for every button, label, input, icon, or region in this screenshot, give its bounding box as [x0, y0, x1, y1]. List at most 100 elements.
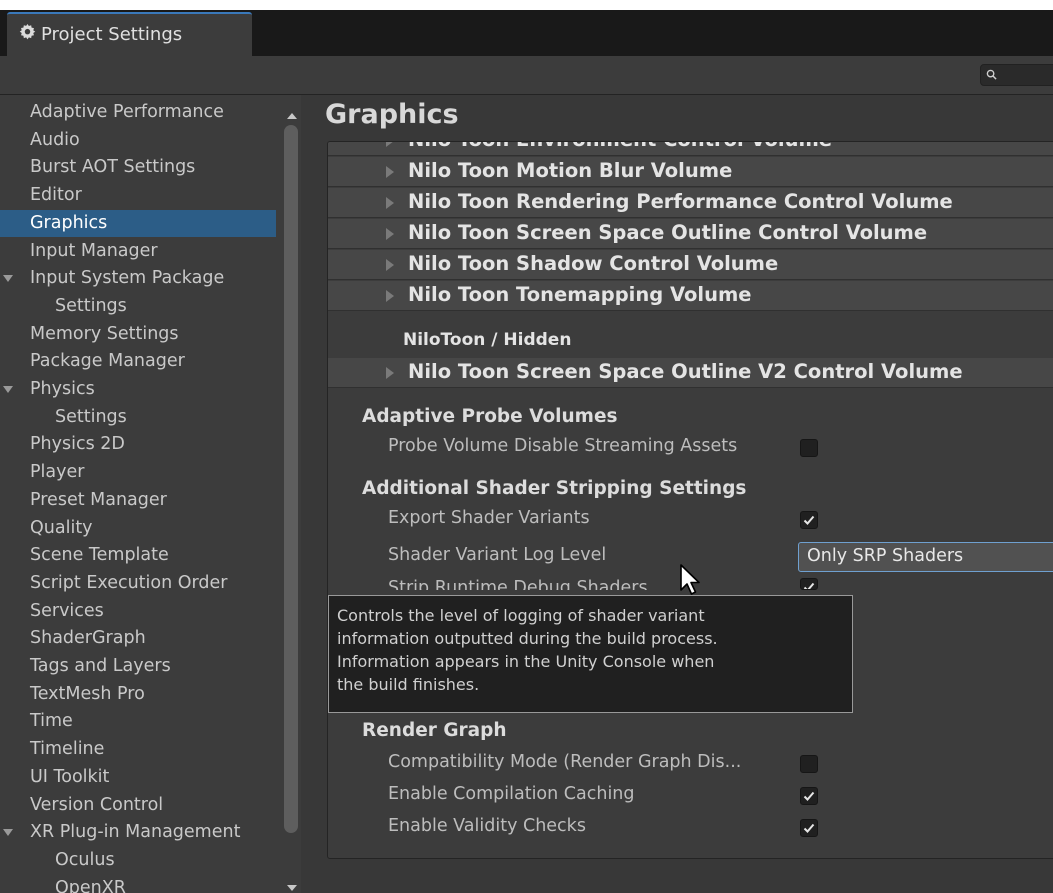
tab-project-settings[interactable]: Project Settings [7, 12, 252, 56]
sidebar-item[interactable]: Oculus [0, 847, 276, 874]
volume-label: Nilo Toon Rendering Performance Control … [408, 190, 953, 213]
log-level-dropdown[interactable]: Only SRP Shaders [798, 542, 1053, 572]
tooltip-line: Controls the level of logging of shader … [337, 606, 705, 625]
foldout-arrow-icon [386, 367, 394, 379]
volume-row[interactable]: Nilo Toon Rendering Performance Control … [328, 188, 1053, 218]
sidebar-item[interactable]: Player [0, 459, 276, 486]
volume-row[interactable]: Nilo Toon Screen Space Outline V2 Contro… [328, 358, 1053, 388]
foldout-expanded-icon[interactable] [3, 275, 13, 283]
sidebar-item-label: Physics [30, 379, 95, 399]
sidebar-item[interactable]: Time [0, 708, 276, 735]
sidebar-item[interactable]: Timeline [0, 736, 276, 763]
compat-mode-label: Compatibility Mode (Render Graph Dis... [388, 752, 742, 772]
foldout-arrow-icon [386, 197, 394, 209]
scroll-down-arrow-icon[interactable] [287, 885, 297, 891]
volume-label: Nilo Toon Shadow Control Volume [408, 252, 779, 275]
tab-label: Project Settings [41, 24, 183, 45]
strip-debug-label: Strip Runtime Debug Shaders [388, 578, 648, 590]
compilation-caching-checkbox[interactable] [800, 787, 818, 805]
volume-label: Nilo Toon Screen Space Outline V2 Contro… [408, 360, 963, 383]
probe-streaming-checkbox[interactable] [800, 439, 818, 457]
compilation-caching-label: Enable Compilation Caching [388, 784, 635, 804]
sidebar-item[interactable]: Package Manager [0, 348, 276, 375]
validity-checks-label: Enable Validity Checks [388, 816, 586, 836]
sidebar-item[interactable]: Burst AOT Settings [0, 154, 276, 181]
tooltip: Controls the level of logging of shader … [328, 595, 853, 713]
tab-bar: Project Settings [0, 10, 1053, 56]
page-title: Graphics [325, 99, 459, 130]
sidebar-item[interactable]: OpenXR [0, 875, 276, 893]
sidebar-item-label: Settings [55, 406, 127, 427]
section-title-apv: Adaptive Probe Volumes [362, 406, 618, 427]
sidebar-item[interactable]: Quality [0, 515, 276, 542]
tooltip-line: the build finishes. [337, 675, 480, 694]
sidebar-item[interactable]: Version Control [0, 792, 276, 819]
log-level-label: Shader Variant Log Level [388, 545, 607, 565]
volume-label: Nilo Toon Tonemapping Volume [408, 283, 752, 306]
sidebar-item[interactable]: Audio [0, 127, 276, 154]
foldout-expanded-icon[interactable] [3, 386, 13, 393]
sidebar-item-label: XR Plug-in Management [30, 822, 241, 843]
sidebar-item-label: Editor [30, 185, 82, 206]
sidebar-item[interactable]: Script Execution Order [0, 570, 276, 597]
sidebar-item-label: ShaderGraph [30, 628, 146, 649]
probe-streaming-label: Probe Volume Disable Streaming Assets [388, 436, 738, 456]
volume-row[interactable]: Nilo Toon Motion Blur Volume [328, 157, 1053, 187]
sidebar-item-label: Physics 2D [30, 434, 125, 455]
sidebar-item-label: Input System Package [30, 268, 225, 289]
section-title-render-graph: Render Graph [362, 720, 507, 741]
sidebar-item[interactable]: Services [0, 598, 276, 625]
sidebar-item[interactable]: Scene Template [0, 542, 276, 569]
sidebar-item-label: Quality [30, 517, 93, 538]
strip-debug-checkbox[interactable] [800, 578, 818, 590]
sidebar-item-label: Time [30, 711, 73, 732]
sidebar-item-label: Settings [55, 295, 127, 316]
sidebar-item[interactable]: UI Toolkit [0, 764, 276, 791]
sidebar-item[interactable]: Tags and Layers [0, 653, 276, 680]
volume-label: Nilo Toon Environment Control Volume [408, 142, 832, 151]
validity-checks-checkbox[interactable] [800, 819, 818, 837]
sidebar-item[interactable]: Preset Manager [0, 487, 276, 514]
sidebar-item[interactable]: Graphics [0, 209, 276, 237]
sidebar-item[interactable]: Input System Package [0, 265, 276, 292]
sidebar-item[interactable]: Settings [0, 293, 276, 320]
sidebar-item[interactable]: TextMesh Pro [0, 681, 276, 708]
section-title-stripping: Additional Shader Stripping Settings [362, 478, 747, 499]
sidebar-item[interactable]: XR Plug-in Management [0, 819, 276, 846]
volume-row[interactable]: Nilo Toon Shadow Control Volume [328, 250, 1053, 280]
gear-icon [19, 24, 36, 40]
sidebar-item[interactable]: Settings [0, 404, 276, 431]
hidden-group-header: NiloToon / Hidden [403, 330, 572, 350]
sidebar-item[interactable]: Memory Settings [0, 321, 276, 348]
sidebar-item[interactable]: Physics [0, 376, 276, 403]
foldout-arrow-icon [386, 259, 394, 271]
settings-panel: Nilo Toon Environment Control Volume Nil… [327, 141, 1053, 859]
sidebar-item-label: Scene Template [30, 545, 169, 566]
checkmark-icon [803, 823, 815, 833]
export-variants-checkbox[interactable] [800, 511, 818, 529]
log-level-value: Only SRP Shaders [807, 546, 964, 566]
sidebar-item-label: OpenXR [55, 877, 126, 893]
checkmark-icon [803, 515, 815, 525]
sidebar-item-label: Tags and Layers [30, 656, 171, 676]
sidebar-item-label: TextMesh Pro [30, 683, 145, 704]
compat-mode-checkbox[interactable] [800, 755, 818, 773]
scroll-up-arrow-icon[interactable] [287, 113, 297, 119]
sidebar-item[interactable]: ShaderGraph [0, 625, 276, 652]
search-input[interactable] [980, 64, 1053, 86]
sidebar-item-label: Preset Manager [30, 489, 167, 510]
volume-row[interactable]: Nilo Toon Environment Control Volume [328, 142, 1053, 156]
toolbar [0, 56, 1053, 95]
sidebar-item-label: UI Toolkit [30, 766, 110, 787]
volume-row[interactable]: Nilo Toon Tonemapping Volume [328, 281, 1053, 311]
volume-row[interactable]: Nilo Toon Screen Space Outline Control V… [328, 219, 1053, 249]
sidebar-item-label: Burst AOT Settings [30, 157, 196, 178]
sidebar-item[interactable]: Adaptive Performance [0, 99, 276, 126]
checkmark-icon [803, 582, 815, 589]
sidebar-scroll-thumb[interactable] [284, 125, 298, 833]
foldout-arrow-icon [386, 228, 394, 240]
foldout-expanded-icon[interactable] [3, 829, 13, 837]
sidebar-item[interactable]: Input Manager [0, 238, 276, 265]
sidebar-item[interactable]: Editor [0, 182, 276, 209]
sidebar-item[interactable]: Physics 2D [0, 431, 276, 458]
